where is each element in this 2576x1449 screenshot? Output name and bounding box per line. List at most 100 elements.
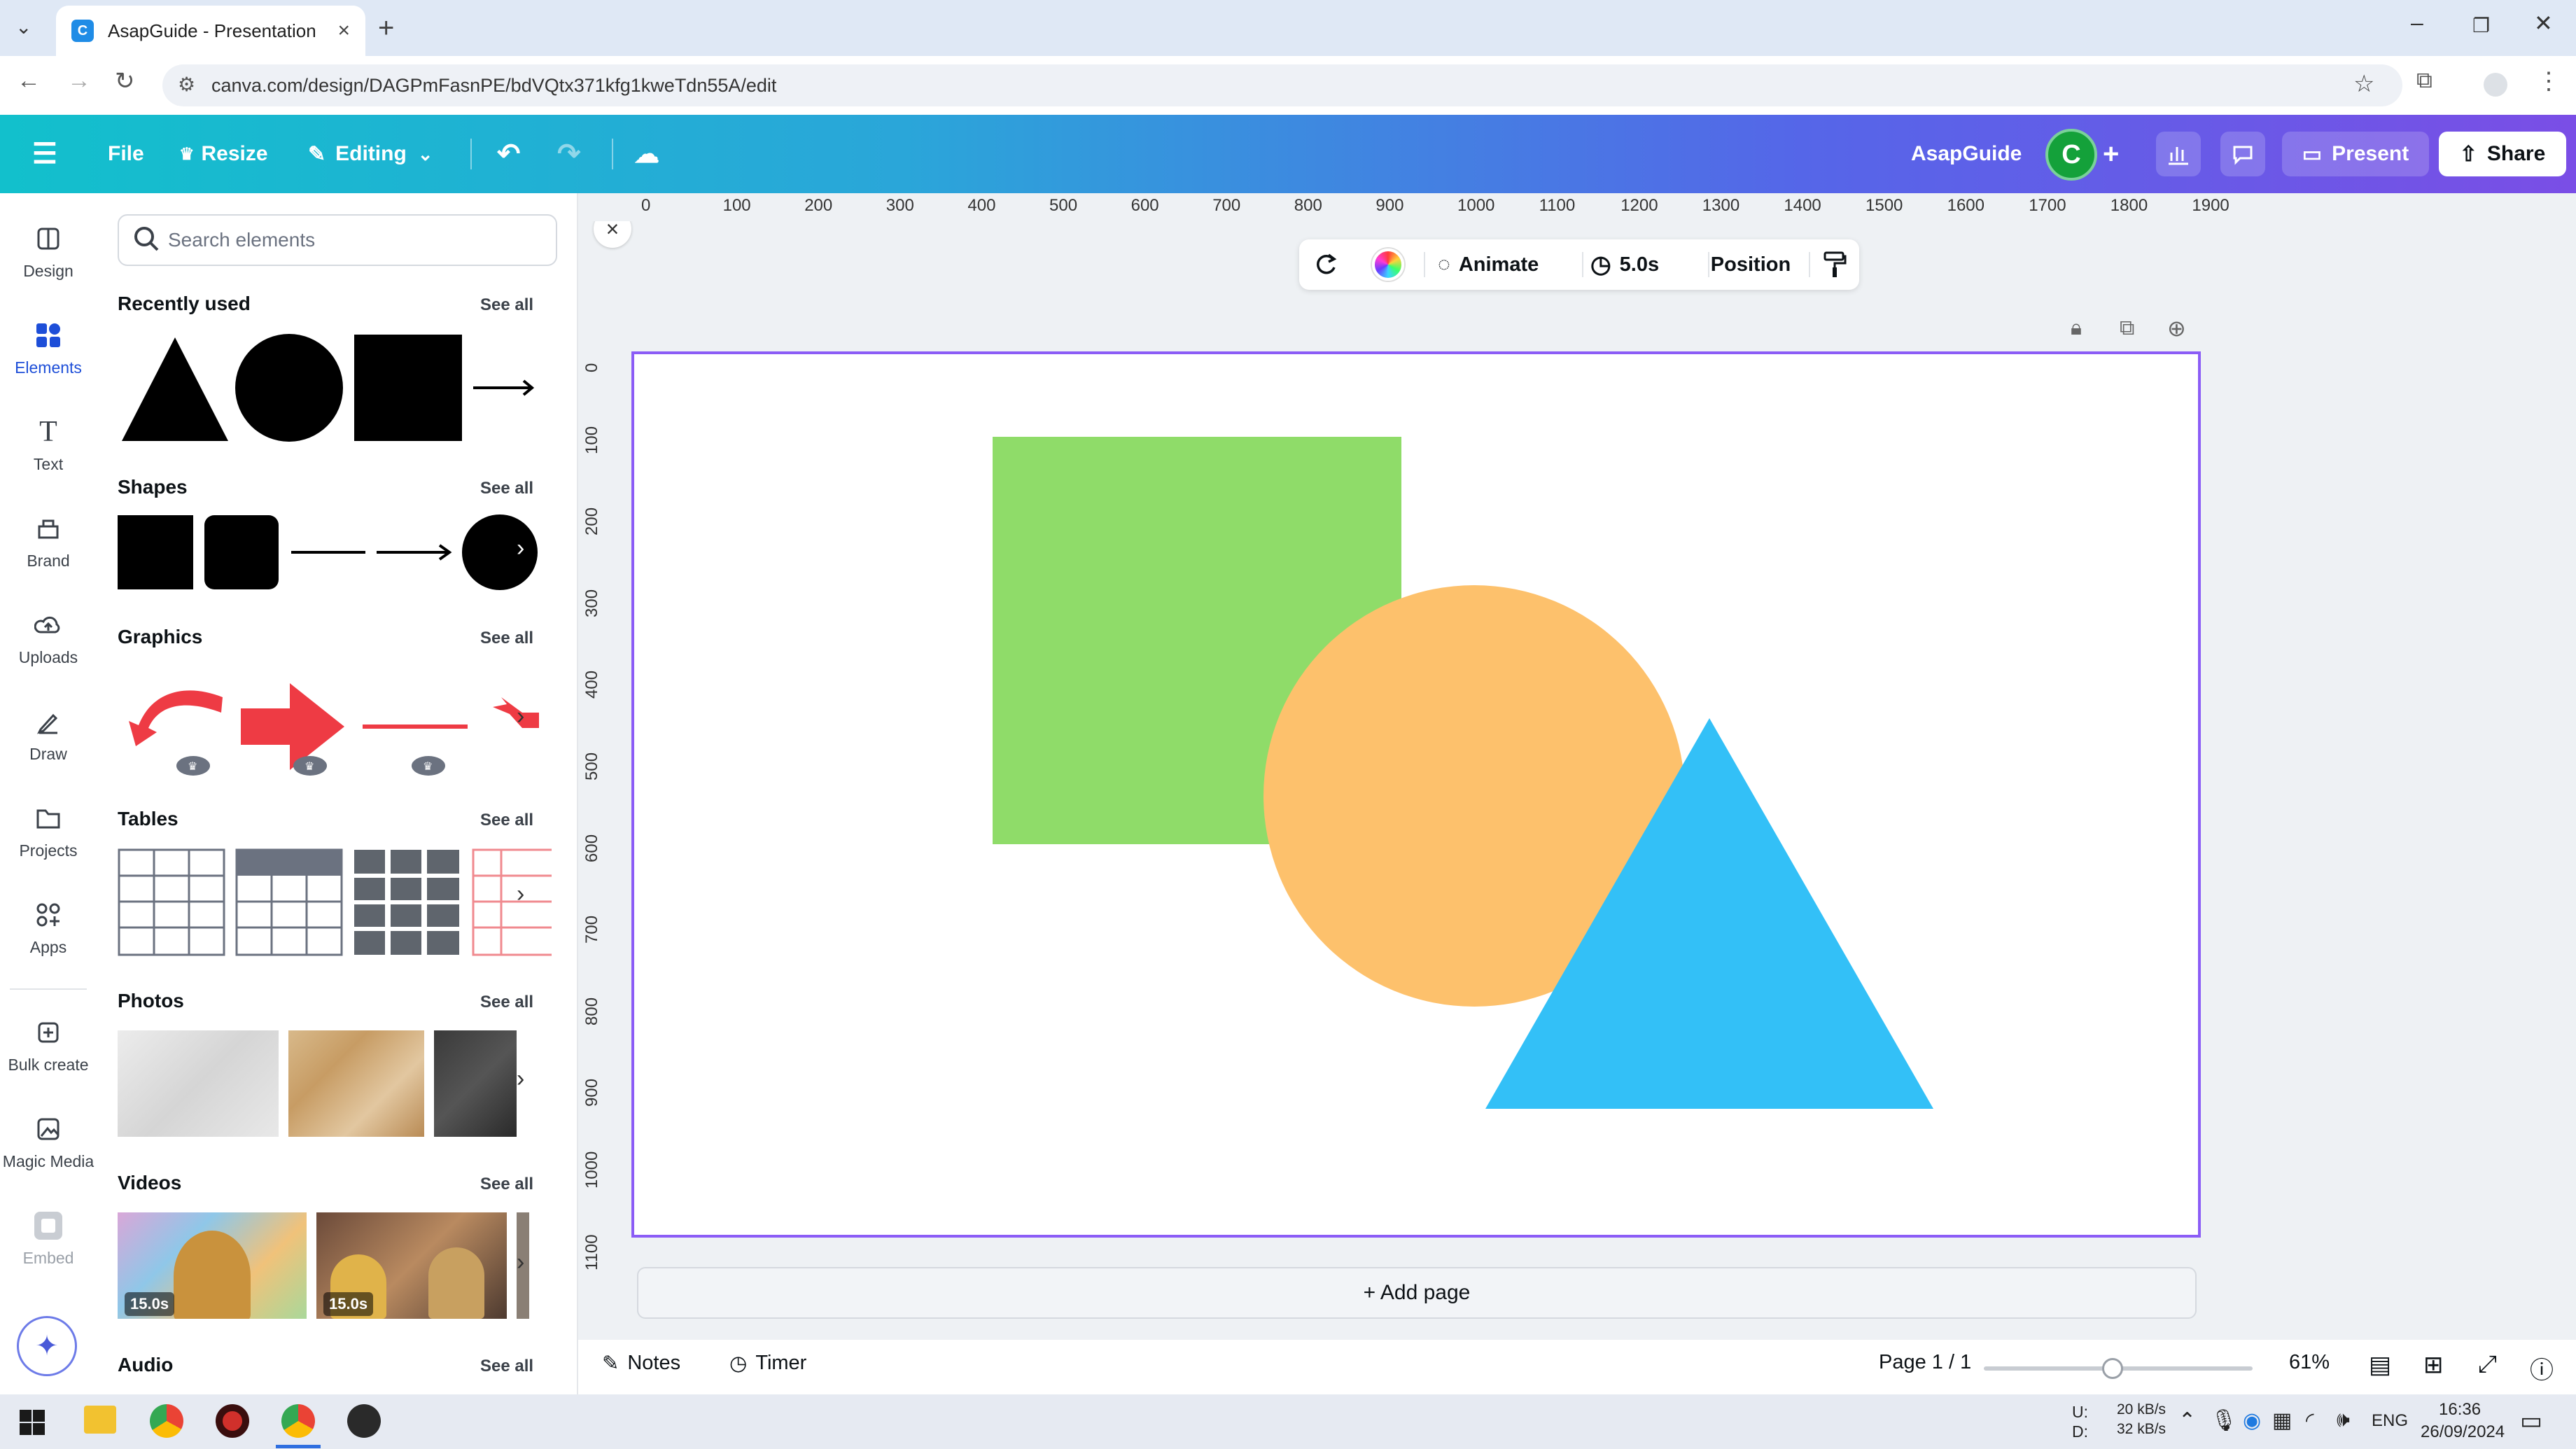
duplicate-page-icon[interactable]: ⧉ [2120, 316, 2134, 340]
magic-assistant-sparkle-icon[interactable]: ✦ [17, 1316, 77, 1376]
copy-style-paint-roller-icon[interactable] [1823, 239, 1847, 290]
search-elements-input[interactable]: Search elements [118, 214, 557, 266]
videos-next-chevron-icon[interactable]: › [517, 1249, 524, 1276]
shape-square[interactable] [118, 515, 193, 589]
photo-thumbnail-parchment[interactable] [288, 1030, 424, 1137]
app-tray-icon[interactable]: ◉ [2243, 1408, 2261, 1433]
timer-button[interactable]: ◷ Timer [729, 1351, 806, 1376]
resize-button[interactable]: ♛ Resize [179, 115, 268, 193]
photos-next-chevron-icon[interactable]: › [517, 1065, 524, 1093]
animate-button[interactable]: ◌ Animate [1438, 239, 1539, 290]
team-name[interactable]: AsapGuide [1911, 115, 2022, 193]
new-tab-button[interactable]: + [378, 13, 394, 44]
profile-avatar[interactable] [2484, 73, 2507, 97]
language-indicator[interactable]: ENG [2372, 1411, 2408, 1431]
tab-search-icon[interactable]: ⌄ [15, 15, 31, 38]
see-all-tables[interactable]: See all [480, 811, 533, 830]
see-all-recently-used[interactable]: See all [480, 295, 533, 315]
graphic-curved-arrow[interactable] [129, 690, 223, 746]
see-all-shapes[interactable]: See all [480, 479, 533, 498]
rail-elements[interactable]: Elements [0, 319, 97, 377]
browser-tab[interactable]: C AsapGuide - Presentation × [56, 6, 365, 56]
share-button[interactable]: ⇧ Share [2439, 132, 2566, 176]
clock-date[interactable]: 26/09/2024 [2421, 1422, 2505, 1442]
recent-arrow-line[interactable] [473, 379, 535, 396]
shape-arrow[interactable] [377, 544, 452, 561]
rail-embed[interactable]: Embed [0, 1210, 97, 1268]
help-icon[interactable]: ⓘ [2530, 1351, 2554, 1385]
restore-icon[interactable]: ❐ [2472, 14, 2490, 37]
browser-menu-icon[interactable]: ⋮ [2537, 67, 2561, 95]
rail-apps[interactable]: Apps [0, 899, 97, 957]
bookmark-star-icon[interactable]: ☆ [2353, 70, 2374, 98]
replace-swap-icon[interactable] [1310, 239, 1341, 290]
volume-icon[interactable]: 🕪︎ [2337, 1408, 2350, 1432]
thumbnail-view-icon[interactable]: ▤ [2369, 1351, 2391, 1379]
present-button[interactable]: ▭ Present [2282, 132, 2429, 176]
insights-chart-icon[interactable] [2156, 132, 2201, 176]
rail-magic-media[interactable]: Magic Media [0, 1113, 97, 1171]
back-icon[interactable]: ← [17, 67, 41, 94]
slide-page[interactable] [631, 351, 2201, 1238]
rail-uploads[interactable]: Uploads [0, 609, 97, 667]
graphic-block-arrow[interactable] [241, 683, 344, 770]
forward-icon[interactable]: → [67, 67, 91, 94]
rail-bulk-create[interactable]: Bulk create [0, 1016, 97, 1074]
menu-hamburger-icon[interactable]: ☰ [32, 115, 57, 193]
recent-triangle[interactable] [122, 337, 228, 441]
file-menu[interactable]: File [108, 115, 144, 193]
rail-brand[interactable]: Brand [0, 512, 97, 570]
table-template-red[interactable] [472, 848, 552, 956]
user-avatar[interactable]: C [2045, 129, 2097, 181]
graphics-next-chevron-icon[interactable]: › [517, 703, 524, 730]
grid-view-icon[interactable]: ⊞ [2423, 1351, 2444, 1379]
tab-close-icon[interactable]: × [337, 19, 350, 43]
microphone-icon[interactable]: 🎙︎ [2211, 1408, 2237, 1433]
rail-projects[interactable]: Projects [0, 802, 97, 860]
site-settings-icon[interactable]: ⚙ [178, 73, 195, 96]
see-all-photos[interactable]: See all [480, 993, 533, 1012]
photo-thumbnail-marble[interactable] [118, 1030, 279, 1137]
table-template-header[interactable] [235, 848, 343, 956]
rail-text[interactable]: T Text [0, 416, 97, 474]
add-collaborator-icon[interactable]: + [2103, 115, 2119, 193]
chrome-icon[interactable] [150, 1404, 183, 1438]
url-field[interactable]: ⚙ canva.com/design/DAGPmFasnPE/bdVQtx371… [162, 64, 2402, 106]
shape-rounded-square[interactable] [204, 515, 279, 589]
add-page-button[interactable]: + Add page [637, 1267, 2197, 1319]
file-explorer-icon[interactable] [84, 1406, 116, 1434]
shape-circle[interactable] [462, 514, 538, 590]
recent-circle[interactable] [235, 334, 343, 442]
tables-next-chevron-icon[interactable]: › [517, 881, 524, 908]
undo-icon[interactable]: ↶ [497, 115, 521, 193]
comment-icon[interactable] [2220, 132, 2265, 176]
position-button[interactable]: Position [1705, 239, 1796, 290]
windows-start-icon[interactable] [18, 1408, 46, 1436]
recent-square[interactable] [354, 335, 462, 441]
notifications-icon[interactable]: ▭ [2520, 1407, 2542, 1435]
cloud-saved-icon[interactable]: ☁ [634, 115, 659, 193]
rail-draw[interactable]: Draw [0, 706, 97, 764]
add-page-icon[interactable]: ⊕ [2167, 315, 2186, 342]
extensions-icon[interactable]: ⧉ [2416, 67, 2432, 94]
canvas-blue-triangle[interactable] [1485, 718, 1933, 1110]
photo-thumbnail-dark[interactable] [434, 1030, 517, 1137]
redo-icon[interactable]: ↷ [557, 115, 581, 193]
video-thumbnail-2[interactable]: 15.0s [316, 1212, 507, 1319]
see-all-audio[interactable]: See all [480, 1357, 533, 1376]
clock-app-icon[interactable] [347, 1404, 381, 1438]
shapes-next-chevron-icon[interactable]: › [517, 535, 524, 562]
see-all-videos[interactable]: See all [480, 1175, 533, 1194]
recorder-app-icon[interactable] [216, 1404, 249, 1438]
rail-design[interactable]: Design [0, 223, 97, 281]
wifi-icon[interactable]: ◜ [2306, 1408, 2314, 1433]
page-indicator[interactable]: Page 1 / 1 [1879, 1351, 1971, 1374]
reload-icon[interactable]: ↻ [115, 67, 135, 95]
zoom-percentage[interactable]: 61% [2289, 1351, 2330, 1374]
lock-page-icon[interactable]: 🔒︎ [2071, 316, 2082, 340]
graphic-arrow-partial[interactable] [493, 697, 539, 728]
window-close-icon[interactable]: ✕ [2534, 10, 2553, 36]
duration-button[interactable]: ◷ 5.0s [1590, 239, 1659, 290]
table-template-plain[interactable] [118, 848, 225, 956]
fullscreen-icon[interactable]: ⤢ [2478, 1351, 2497, 1378]
